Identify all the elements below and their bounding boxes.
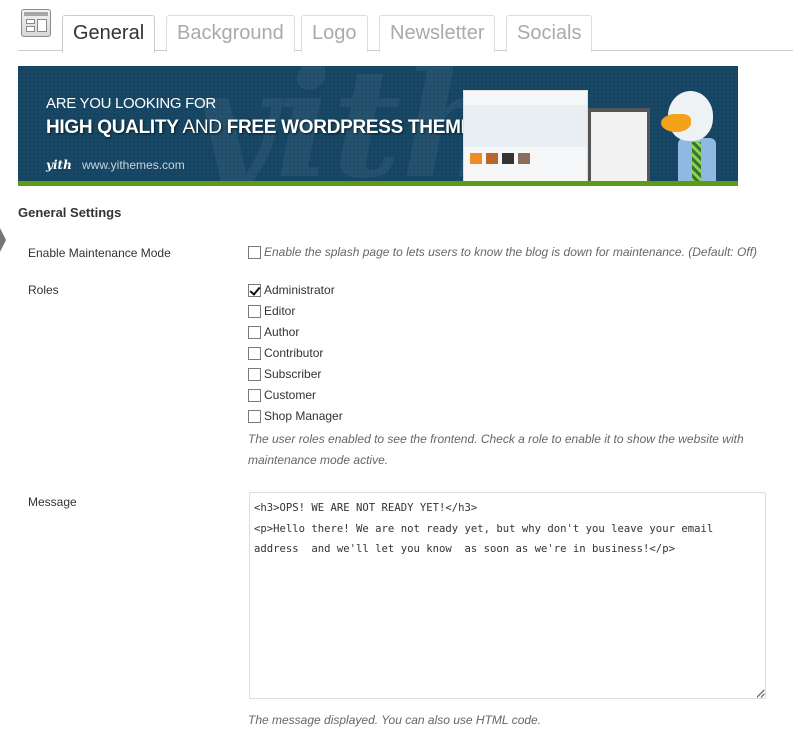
role-contributor[interactable]: Contributor: [248, 345, 323, 361]
role-label: Customer: [264, 388, 317, 402]
banner-url: www.yithemes.com: [82, 158, 185, 172]
role-subscriber[interactable]: Subscriber: [248, 366, 321, 382]
collapse-arrow-icon[interactable]: [0, 228, 6, 252]
role-author[interactable]: Author: [248, 324, 299, 340]
tab-bar: General Background Logo Newsletter Socia…: [18, 0, 793, 53]
banner-headline-small: ARE YOU LOOKING FOR: [46, 95, 216, 112]
role-shop-manager-checkbox[interactable]: [248, 410, 261, 424]
role-administrator[interactable]: Administrator: [248, 282, 335, 298]
role-editor[interactable]: Editor: [248, 303, 295, 319]
role-administrator-checkbox[interactable]: [248, 284, 261, 298]
banner-mid: AND: [178, 117, 227, 138]
role-label: Shop Manager: [264, 409, 343, 423]
roles-label: Roles: [28, 283, 59, 297]
role-editor-checkbox[interactable]: [248, 305, 261, 319]
theme-preview-image: [463, 90, 588, 186]
role-customer-checkbox[interactable]: [248, 389, 261, 403]
resize-grip-icon[interactable]: [757, 690, 765, 698]
message-help-text: The message displayed. You can also use …: [248, 713, 542, 727]
maintenance-mode-description: Enable the splash page to lets users to …: [264, 245, 757, 259]
role-label: Subscriber: [264, 367, 322, 381]
maintenance-mode-checkbox[interactable]: [248, 246, 261, 260]
tab-logo[interactable]: Logo: [301, 15, 368, 52]
role-label: Editor: [264, 304, 296, 318]
maintenance-mode-field: Enable the splash page to lets users to …: [248, 245, 757, 260]
role-contributor-checkbox[interactable]: [248, 347, 261, 361]
maintenance-mode-label: Enable Maintenance Mode: [28, 246, 171, 260]
yith-logo: yith: [46, 158, 72, 172]
role-label: Author: [264, 325, 300, 339]
role-customer[interactable]: Customer: [248, 387, 316, 403]
tab-newsletter[interactable]: Newsletter: [379, 15, 496, 52]
message-textarea[interactable]: <h3>OPS! WE ARE NOT READY YET!</h3> <p>H…: [249, 492, 766, 699]
mascot-beak: [661, 114, 691, 132]
banner-bold-2: FREE WORDPRESS THEMES?: [226, 117, 497, 138]
role-shop-manager[interactable]: Shop Manager: [248, 408, 343, 424]
role-author-checkbox[interactable]: [248, 326, 261, 340]
tab-socials[interactable]: Socials: [506, 15, 593, 52]
page-layout-icon: [21, 9, 51, 37]
tab-general[interactable]: General: [62, 15, 156, 53]
section-title: General Settings: [18, 205, 122, 220]
promo-banner[interactable]: yith ARE YOU LOOKING FOR HIGH QUALITY AN…: [18, 66, 738, 186]
theme-preview-image-2: [588, 108, 650, 186]
message-label: Message: [28, 495, 77, 509]
role-label: Contributor: [264, 346, 324, 360]
role-label: Administrator: [264, 283, 335, 297]
banner-stripe: [18, 181, 738, 186]
role-subscriber-checkbox[interactable]: [248, 368, 261, 382]
tab-background[interactable]: Background: [166, 15, 295, 52]
mascot-tie: [692, 142, 701, 186]
banner-headline-large: HIGH QUALITY AND FREE WORDPRESS THEMES?: [46, 117, 497, 139]
banner-bold-1: HIGH QUALITY: [46, 117, 179, 138]
roles-help-text: The user roles enabled to see the fronte…: [248, 432, 744, 467]
